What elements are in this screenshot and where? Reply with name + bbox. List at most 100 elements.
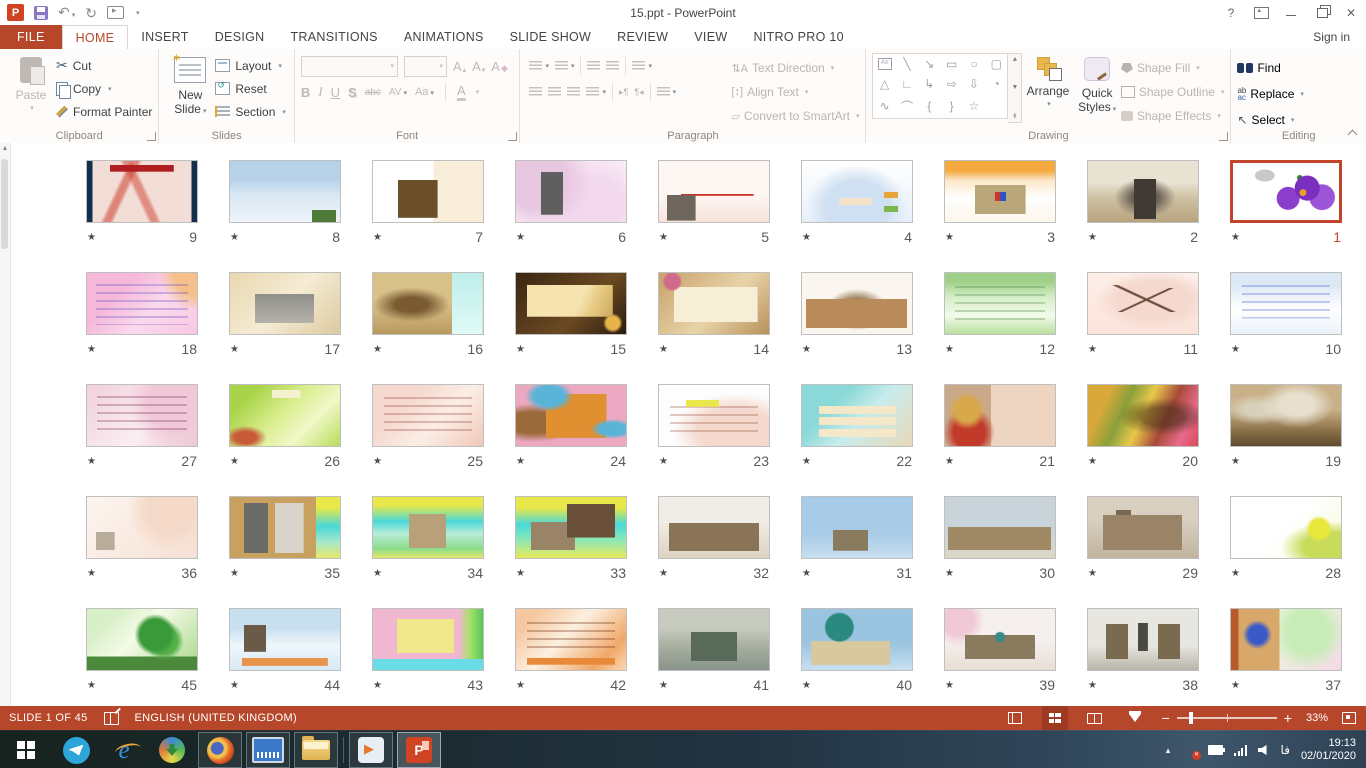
shape-glyph-icon[interactable]: ⌒ bbox=[901, 98, 913, 115]
zoom-out-button[interactable]: − bbox=[1162, 713, 1170, 723]
taskbar-firefox[interactable] bbox=[198, 732, 242, 768]
slide-thumbnail-1-saffron-title-slide[interactable] bbox=[1230, 160, 1342, 223]
format-painter-button[interactable]: Format Painter bbox=[56, 101, 152, 122]
slide-thumbnail-32-ruin-text-slide[interactable] bbox=[658, 496, 770, 559]
slide-thumbnail-20-gold-cave-slide[interactable] bbox=[1087, 384, 1199, 447]
justify-button[interactable]: ▾ bbox=[583, 85, 609, 100]
zoom-percentage[interactable]: 33% bbox=[1306, 712, 1328, 724]
tab-home[interactable]: HOME bbox=[62, 25, 129, 49]
ribbon-display-options-button[interactable] bbox=[1246, 1, 1276, 24]
shape-fill-button[interactable]: Shape Fill▾ bbox=[1121, 57, 1225, 79]
slide-show-button[interactable] bbox=[1122, 706, 1148, 730]
tab-design[interactable]: DESIGN bbox=[202, 25, 278, 49]
shape-outline-button[interactable]: Shape Outline▾ bbox=[1121, 81, 1225, 103]
customize-qat-icon[interactable]: ▾ bbox=[136, 9, 140, 17]
slide-thumbnail-13-cavalry-slide[interactable] bbox=[801, 272, 913, 335]
spell-check-icon[interactable] bbox=[104, 712, 119, 725]
tab-view[interactable]: VIEW bbox=[681, 25, 740, 49]
shape-glyph-icon[interactable]: ◔ bbox=[993, 77, 1000, 91]
shape-glyph-icon[interactable]: ╲ bbox=[903, 57, 910, 71]
shape-glyph-icon[interactable]: ∿ bbox=[880, 99, 890, 113]
slide-thumbnail-26-green-chart-slide[interactable] bbox=[229, 384, 341, 447]
slide-thumbnail-34-hut-gradient-slide[interactable] bbox=[372, 496, 484, 559]
taskbar-file-explorer[interactable] bbox=[294, 732, 338, 768]
taskbar-on-screen-keyboard[interactable] bbox=[246, 732, 290, 768]
slide-thumbnail-15-scroll-slide[interactable] bbox=[515, 272, 627, 335]
tab-nitro-pro[interactable]: NITRO PRO 10 bbox=[740, 25, 856, 49]
taskbar-telegram[interactable] bbox=[54, 731, 98, 768]
shape-glyph-icon[interactable]: { bbox=[927, 99, 931, 113]
select-button[interactable]: ↖Select▾ bbox=[1237, 109, 1303, 131]
shapes-scroll-down-icon[interactable]: ▼ bbox=[1011, 84, 1018, 91]
rtl-text-button[interactable]: ¶◂ bbox=[631, 85, 646, 100]
layout-button[interactable]: Layout▾ bbox=[215, 55, 286, 76]
change-case-button[interactable]: Aa▾ bbox=[415, 86, 434, 98]
text-direction-button[interactable]: ⇅AText Direction▾ bbox=[731, 57, 859, 79]
zoom-slider-thumb[interactable] bbox=[1189, 712, 1193, 724]
slide-thumbnail-2-warrior-slide[interactable] bbox=[1087, 160, 1199, 223]
clipboard-dialog-launcher[interactable] bbox=[147, 132, 156, 141]
slide-thumbnail-24-orange-map-slide[interactable] bbox=[515, 384, 627, 447]
shape-effects-button[interactable]: Shape Effects▾ bbox=[1121, 105, 1225, 127]
start-from-beginning-icon[interactable] bbox=[107, 6, 124, 19]
tab-review[interactable]: REVIEW bbox=[604, 25, 681, 49]
convert-to-smartart-button[interactable]: ▱Convert to SmartArt▾ bbox=[731, 105, 859, 127]
drawing-dialog-launcher[interactable] bbox=[1219, 132, 1228, 141]
copy-button[interactable]: Copy▾ bbox=[56, 78, 152, 99]
section-button[interactable]: Section▾ bbox=[215, 101, 286, 122]
shape-glyph-icon[interactable]: ↳ bbox=[924, 77, 934, 91]
slide-thumbnail-6-stone-stele-slide[interactable] bbox=[515, 160, 627, 223]
slide-thumbnail-35-stone-steles-slide[interactable] bbox=[229, 496, 341, 559]
align-text-button[interactable]: [↕]Align Text▾ bbox=[731, 81, 859, 103]
minimize-button[interactable] bbox=[1276, 1, 1306, 24]
slide-thumbnail-33-ruins-collage-slide[interactable] bbox=[515, 496, 627, 559]
shapes-more-icon[interactable]: ⇟ bbox=[1012, 112, 1018, 120]
tab-transitions[interactable]: TRANSITIONS bbox=[277, 25, 390, 49]
zoom-slider[interactable] bbox=[1177, 717, 1277, 719]
bold-button[interactable]: B bbox=[301, 85, 310, 100]
restore-button[interactable] bbox=[1306, 1, 1336, 24]
help-button[interactable]: ? bbox=[1216, 1, 1246, 24]
slide-thumbnail-11-arrows-map-slide[interactable] bbox=[1087, 272, 1199, 335]
shrink-font-button[interactable]: A▾ bbox=[472, 59, 485, 74]
quick-styles-button[interactable]: Quick Styles▾ bbox=[1073, 53, 1120, 129]
normal-view-button[interactable] bbox=[1002, 706, 1028, 730]
volume-icon[interactable] bbox=[1258, 745, 1270, 755]
increase-indent-button[interactable] bbox=[603, 59, 622, 74]
align-left-button[interactable] bbox=[526, 85, 545, 100]
tab-slide-show[interactable]: SLIDE SHOW bbox=[497, 25, 605, 49]
action-center-flag-icon[interactable] bbox=[1183, 743, 1197, 757]
zoom-in-button[interactable]: + bbox=[1284, 713, 1292, 723]
slide-thumbnail-3-mongolia-map-slide[interactable] bbox=[944, 160, 1056, 223]
shape-glyph-icon[interactable]: ∟ bbox=[901, 77, 913, 91]
hidden-icons-chevron-icon[interactable]: ▲ bbox=[1164, 746, 1172, 755]
shapes-gallery[interactable]: A≡ ╲↘▭○▢△∟↳⇨⇩◔∿⌒{}☆ bbox=[872, 53, 1008, 119]
slide-thumbnail-9-migration-map-slide[interactable] bbox=[86, 160, 198, 223]
undo-button[interactable]: ↶▾ bbox=[58, 4, 75, 22]
slide-thumbnail-41-museum-interior-slide[interactable] bbox=[658, 608, 770, 671]
slide-thumbnail-37-king-miniature-slide[interactable] bbox=[1230, 608, 1342, 671]
scroll-up-icon[interactable]: ▲ bbox=[0, 143, 10, 152]
slide-thumbnail-19-battle-painting-slide[interactable] bbox=[1230, 384, 1342, 447]
shapes-scroll-up-icon[interactable]: ▲ bbox=[1011, 56, 1018, 63]
sign-in-link[interactable]: Sign in bbox=[1313, 25, 1366, 49]
scrollbar-thumb[interactable] bbox=[1, 159, 8, 249]
slide-thumbnail-30-desert-ruins-slide[interactable] bbox=[944, 496, 1056, 559]
font-dialog-launcher[interactable] bbox=[508, 132, 517, 141]
slide-thumbnail-43-iran-map-slide[interactable] bbox=[372, 608, 484, 671]
slide-thumbnail-40-gur-e-amir-slide[interactable] bbox=[801, 608, 913, 671]
grow-font-button[interactable]: A▴ bbox=[453, 59, 466, 74]
tab-insert[interactable]: INSERT bbox=[128, 25, 201, 49]
clear-formatting-button[interactable]: A◆ bbox=[491, 59, 508, 74]
powerpoint-app-icon[interactable]: P bbox=[7, 4, 24, 21]
slide-thumbnail-31-dome-sky-slide[interactable] bbox=[801, 496, 913, 559]
shape-glyph-icon[interactable]: ▢ bbox=[991, 57, 1002, 71]
find-button[interactable]: Find bbox=[1237, 57, 1303, 79]
columns-button[interactable]: ▾ bbox=[654, 85, 680, 100]
cut-button[interactable]: ✂Cut bbox=[56, 55, 152, 76]
slide-thumbnail-7-bronze-statue-slide[interactable] bbox=[372, 160, 484, 223]
tab-animations[interactable]: ANIMATIONS bbox=[391, 25, 497, 49]
shape-glyph-icon[interactable]: ○ bbox=[970, 57, 977, 71]
slide-thumbnail-5-mongol-portrait-slide[interactable] bbox=[658, 160, 770, 223]
taskbar-download-manager[interactable] bbox=[150, 731, 194, 768]
